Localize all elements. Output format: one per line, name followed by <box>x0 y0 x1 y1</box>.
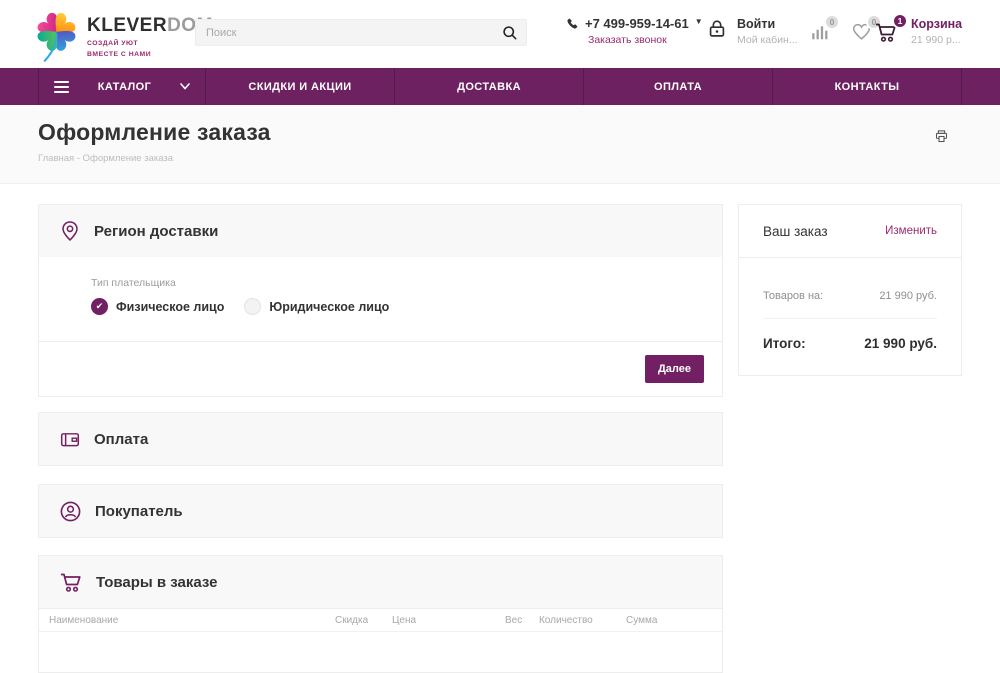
favorites-button[interactable]: 0 <box>851 22 872 41</box>
chevron-down-icon: ▼ <box>695 17 703 26</box>
next-button[interactable]: Далее <box>645 355 704 383</box>
cart-count-badge: 1 <box>892 13 908 29</box>
radio-legal-entity[interactable]: ✔ Юридическое лицо <box>244 298 389 315</box>
header-counters: 0 0 <box>810 22 872 41</box>
section-title: Покупатель <box>95 503 183 520</box>
section-delivery-region: Регион доставки Тип плательщика ✔ Физиче… <box>38 204 723 397</box>
radio-individual[interactable]: ✔ Физическое лицо <box>91 298 224 315</box>
lock-icon <box>706 17 728 41</box>
chevron-down-icon <box>180 83 190 90</box>
main-navigation: КАТАЛОГ СКИДКИ И АКЦИИ ДОСТАВКА ОПЛАТА К… <box>0 68 1000 105</box>
items-subtotal: 21 990 руб. <box>879 290 937 302</box>
user-icon <box>59 500 82 523</box>
search-icon <box>501 24 518 41</box>
account-link[interactable]: Мой кабин... <box>737 34 798 46</box>
nav-item-contacts[interactable]: КОНТАКТЫ <box>772 68 962 105</box>
summary-title: Ваш заказ <box>763 224 828 239</box>
printer-icon <box>934 129 949 144</box>
hamburger-icon <box>54 81 69 93</box>
main-content: Регион доставки Тип плательщика ✔ Физиче… <box>0 184 1000 673</box>
radio-icon: ✔ <box>244 298 261 315</box>
nav-item-catalog[interactable]: КАТАЛОГ <box>38 68 205 105</box>
cart-button[interactable]: 1 Корзина 21 990 р... <box>874 17 962 46</box>
map-pin-icon <box>59 219 81 243</box>
top-header: KLEVERDOM СОЗДАЙ УЮТ ВМЕСТЕ С НАМИ +7 49… <box>0 0 1000 68</box>
nav-item-payment[interactable]: ОПЛАТА <box>583 68 772 105</box>
order-table-body <box>39 632 722 672</box>
radio-icon: ✔ <box>91 298 108 315</box>
page-title: Оформление заказа <box>38 119 962 146</box>
section-order-items: Товары в заказе Наименование Скидка Цена… <box>38 555 723 673</box>
order-total: 21 990 руб. <box>864 336 937 351</box>
col-quantity: Количество <box>539 615 593 626</box>
login-link[interactable]: Войти <box>737 17 798 31</box>
order-table-header: Наименование Скидка Цена Вес Количество … <box>39 608 722 632</box>
edit-order-link[interactable]: Изменить <box>885 225 937 237</box>
login-block[interactable]: Войти Мой кабин... <box>706 17 798 46</box>
compare-count-badge: 0 <box>824 14 840 30</box>
breadcrumb: Главная - Оформление заказа <box>38 153 962 164</box>
nav-item-delivery[interactable]: ДОСТАВКА <box>394 68 583 105</box>
search-box <box>195 19 527 46</box>
section-title: Регион доставки <box>94 223 218 240</box>
page-header: Оформление заказа Главная - Оформление з… <box>0 105 1000 184</box>
cart-label: Корзина <box>911 17 962 31</box>
search-input[interactable] <box>196 27 492 39</box>
callback-link[interactable]: Заказать звонок <box>588 34 703 46</box>
summary-total-row: Итого: 21 990 руб. <box>763 319 937 371</box>
cart-total: 21 990 р... <box>911 34 962 46</box>
breadcrumb-current: Оформление заказа <box>83 153 173 164</box>
order-summary-panel: Ваш заказ Изменить Товаров на: 21 990 ру… <box>738 204 962 376</box>
col-name: Наименование <box>49 615 118 626</box>
nav-item-sales[interactable]: СКИДКИ И АКЦИИ <box>205 68 394 105</box>
phone-block: +7 499-959-14-61 ▼ Заказать звонок <box>566 16 703 46</box>
section-title: Товары в заказе <box>96 574 218 591</box>
clover-logo-icon <box>33 6 80 64</box>
compare-button[interactable]: 0 <box>810 22 830 41</box>
cart-icon <box>59 571 83 593</box>
wallet-icon <box>59 429 81 450</box>
section-title: Оплата <box>94 431 148 448</box>
col-sum: Сумма <box>626 615 657 626</box>
col-price: Цена <box>392 615 416 626</box>
section-payment: Оплата <box>38 412 723 466</box>
col-discount: Скидка <box>335 615 368 626</box>
payer-type-label: Тип плательщика <box>91 277 722 289</box>
col-weight: Вес <box>505 615 522 626</box>
store-logo[interactable]: KLEVERDOM СОЗДАЙ УЮТ ВМЕСТЕ С НАМИ <box>33 6 213 64</box>
phone-number[interactable]: +7 499-959-14-61 ▼ <box>566 16 703 31</box>
summary-items-row: Товаров на: 21 990 руб. <box>763 264 937 319</box>
print-button[interactable] <box>934 129 949 144</box>
section-customer: Покупатель <box>38 484 723 538</box>
phone-icon <box>566 17 579 30</box>
breadcrumb-home[interactable]: Главная <box>38 153 74 164</box>
search-button[interactable] <box>492 20 526 45</box>
